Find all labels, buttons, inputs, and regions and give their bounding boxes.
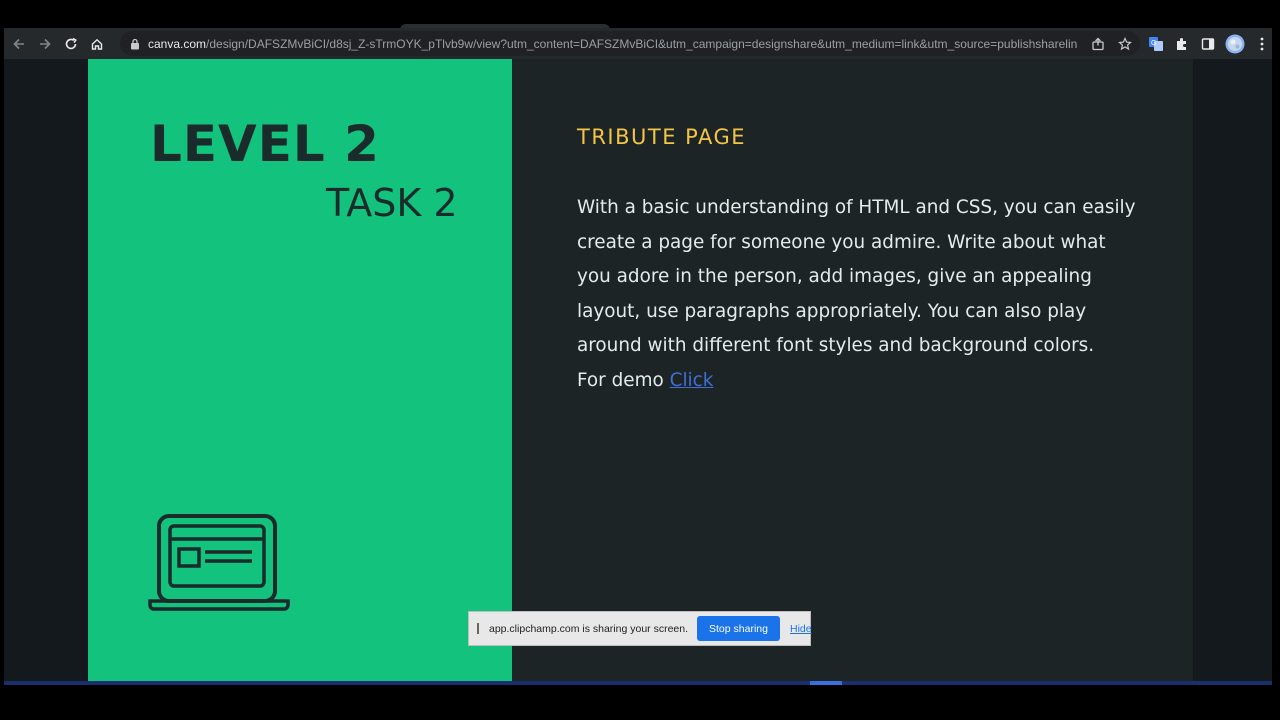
page-viewport: LEVEL 2 TASK 2 TRIBUTE PAGE With a basic… bbox=[4, 59, 1272, 681]
lock-icon[interactable] bbox=[130, 38, 140, 50]
window-top-edge bbox=[0, 0, 1280, 28]
svg-text:G: G bbox=[1151, 40, 1156, 47]
slide-right-panel: TRIBUTE PAGE With a basic understanding … bbox=[512, 59, 1193, 681]
side-panel-icon[interactable] bbox=[1198, 34, 1218, 54]
drag-handle-icon[interactable] bbox=[477, 623, 479, 634]
home-icon[interactable] bbox=[84, 31, 110, 57]
url-text[interactable]: canva.com/design/DAFSZMvBiCI/d8sj_Z-sTrm… bbox=[148, 37, 1078, 51]
url-path: /design/DAFSZMvBiCI/d8sj_Z-sTrmOYK_pTlvb… bbox=[206, 36, 1078, 51]
screen: canva.com/design/DAFSZMvBiCI/d8sj_Z-sTrm… bbox=[0, 0, 1280, 720]
slide-left-panel: LEVEL 2 TASK 2 bbox=[88, 59, 512, 681]
tribute-page-heading: TRIBUTE PAGE bbox=[577, 125, 747, 149]
hide-button[interactable]: Hide bbox=[790, 623, 812, 635]
back-arrow-icon[interactable] bbox=[6, 31, 32, 57]
screen-sharing-bar: app.clipchamp.com is sharing your screen… bbox=[468, 611, 812, 646]
extensions-puzzle-icon[interactable] bbox=[1172, 34, 1192, 54]
task-description: With a basic understanding of HTML and C… bbox=[577, 191, 1137, 398]
address-bar[interactable]: canva.com/design/DAFSZMvBiCI/d8sj_Z-sTrm… bbox=[120, 31, 1140, 56]
translate-extension-icon[interactable]: G bbox=[1146, 34, 1166, 54]
url-host: canva.com bbox=[148, 36, 207, 51]
task-title: TASK 2 bbox=[326, 181, 458, 225]
kebab-menu-icon[interactable] bbox=[1252, 34, 1272, 54]
share-icon[interactable] bbox=[1089, 35, 1107, 53]
level-title: LEVEL 2 bbox=[150, 115, 380, 173]
stop-sharing-button[interactable]: Stop sharing bbox=[697, 616, 780, 641]
description-body: With a basic understanding of HTML and C… bbox=[577, 197, 1136, 356]
laptop-icon bbox=[148, 514, 290, 611]
forward-arrow-icon[interactable] bbox=[32, 31, 58, 57]
reload-icon[interactable] bbox=[58, 31, 84, 57]
demo-prefix: For demo bbox=[577, 369, 664, 391]
bottom-strip bbox=[4, 681, 1272, 685]
profile-avatar-icon[interactable] bbox=[1225, 34, 1245, 54]
demo-click-link[interactable]: Click bbox=[670, 370, 714, 391]
sharing-message: app.clipchamp.com is sharing your screen… bbox=[489, 622, 689, 635]
bookmark-star-icon[interactable] bbox=[1116, 35, 1134, 53]
browser-toolbar: canva.com/design/DAFSZMvBiCI/d8sj_Z-sTrm… bbox=[4, 28, 1272, 59]
